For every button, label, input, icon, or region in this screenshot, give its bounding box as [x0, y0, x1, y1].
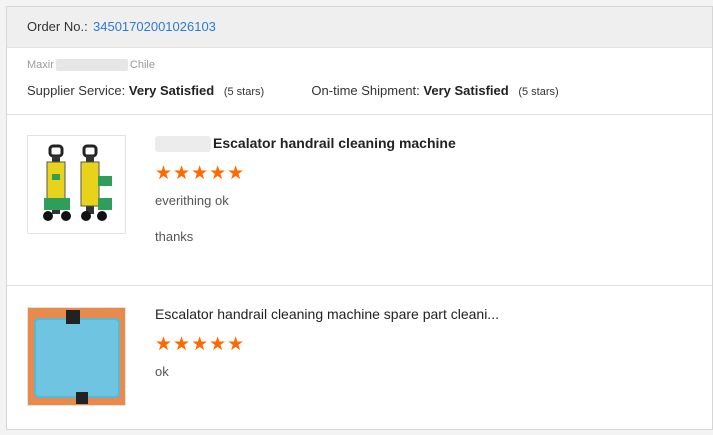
supplier-service-label: Supplier Service: [27, 83, 126, 98]
shipment-value: Very Satisfied [423, 83, 509, 98]
buyer-name: Maxir [27, 59, 54, 71]
product-thumbnail-cleaning-machine[interactable] [27, 135, 126, 234]
blurred-buyer-name [55, 59, 128, 72]
blurred-title-prefix [155, 136, 211, 153]
seller-ratings: Supplier Service: Very Satisfied (5 star… [27, 83, 559, 98]
star-rating-1: ★★★★★ [155, 163, 246, 184]
divider [7, 114, 712, 115]
buyer-country: Chile [129, 59, 155, 71]
supplier-service-value: Very Satisfied [128, 83, 215, 98]
supplier-service-stars: (5 stars) [223, 86, 265, 98]
review-comment: ok [155, 364, 169, 379]
review-title-2[interactable]: Escalator handrail cleaning machine spar… [155, 306, 499, 322]
product-title: Escalator handrail cleaning machine spar… [155, 306, 499, 322]
order-number-label: Order No.: [27, 19, 88, 34]
cleaning-machine-image [43, 144, 112, 221]
shipment-stars: (5 stars) [518, 86, 559, 98]
microfiber-pad-image [28, 308, 125, 405]
order-review-panel: Order No.: 34501702001026103 Maxir Chile … [6, 6, 713, 430]
order-number-link[interactable]: 34501702001026103 [93, 19, 216, 34]
shipment-label: On-time Shipment: [311, 83, 420, 98]
buyer-info: Maxir Chile [27, 59, 155, 73]
product-thumbnail-spare-part[interactable] [27, 307, 126, 406]
review-title-1[interactable]: Escalator handrail cleaning machine [155, 135, 456, 153]
review-comment: everithing ok [155, 193, 229, 208]
star-rating-2: ★★★★★ [155, 334, 246, 355]
review-comment: thanks [155, 229, 194, 244]
divider [7, 285, 712, 286]
product-title: Escalator handrail cleaning machine [213, 135, 456, 151]
order-header: Order No.: 34501702001026103 [7, 7, 712, 48]
